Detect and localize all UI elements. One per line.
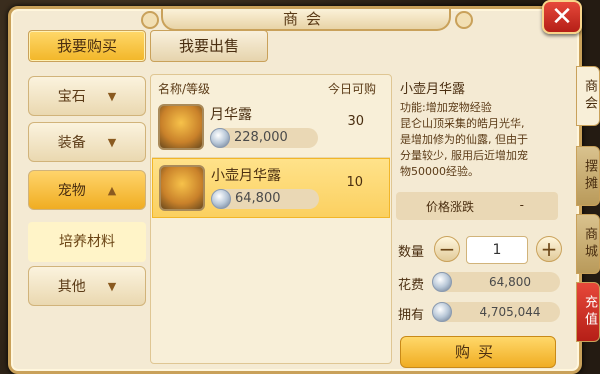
category-label: 宝石 (57, 89, 86, 105)
detail-description: 功能:增加宠物经验 昆仑山顶采集的皓月光华, 是增加修为的仙露, 但由于 分量较… (400, 100, 560, 180)
description-line: 功能:增加宠物经验 (400, 101, 492, 114)
title-ornament-left (141, 11, 159, 29)
tab-sell[interactable]: 我要出售 (150, 30, 268, 62)
item-price: 228,000 (210, 128, 318, 148)
cost-value-box: 64,800 (432, 272, 560, 292)
title-ornament-right (455, 11, 473, 29)
list-item[interactable]: 小壶月华露 64,800 10 (152, 158, 390, 218)
price-trend: 价格涨跌 - (396, 192, 558, 220)
item-daily-limit: 10 (346, 175, 363, 190)
item-detail-panel: 小壶月华露 功能:增加宠物经验 昆仑山顶采集的皓月光华, 是增加修为的仙露, 但… (396, 74, 562, 368)
side-tab-guild-shop[interactable]: 商会 (576, 66, 600, 126)
chevron-down-icon: ▼ (107, 89, 117, 103)
category-equipment[interactable]: 装备 ▼ (28, 122, 146, 162)
side-tab-mall[interactable]: 商城 (576, 214, 600, 274)
window-title: 商会 (161, 9, 451, 31)
category-other[interactable]: 其他 ▼ (28, 266, 146, 306)
price-trend-value: - (519, 198, 524, 212)
cost-label: 花费 (398, 278, 425, 293)
chevron-down-icon: ▼ (107, 135, 117, 149)
plus-button[interactable]: + (536, 236, 562, 262)
side-tab-stall[interactable]: 摆摊 (576, 146, 600, 206)
cost-value: 64,800 (489, 275, 531, 289)
item-name: 小壶月华露 (211, 168, 281, 184)
price-trend-label: 价格涨跌 (426, 200, 475, 214)
minus-button[interactable]: − (434, 236, 460, 262)
category-gem[interactable]: 宝石 ▼ (28, 76, 146, 116)
list-header-qty: 今日可购 (328, 82, 377, 96)
description-line: 是增加修为的仙露, 但由于 (400, 133, 528, 146)
owned-value-box: 4,705,044 (432, 302, 560, 322)
owned-label: 拥有 (398, 308, 425, 323)
owned-value: 4,705,044 (479, 305, 541, 319)
item-thumbnail (159, 165, 205, 211)
buy-button[interactable]: 购买 (400, 336, 556, 368)
category-label: 装备 (57, 135, 86, 151)
category-pet[interactable]: 宠物 ▲ (28, 170, 146, 210)
silver-coin-icon (432, 302, 452, 322)
minus-icon: − (438, 237, 456, 261)
item-price: 64,800 (211, 189, 319, 209)
silver-coin-icon (432, 272, 452, 292)
quantity-input[interactable]: 1 (466, 236, 528, 264)
detail-title: 小壶月华露 (400, 82, 466, 97)
category-label: 宠物 (57, 183, 86, 199)
game-stage: 商会 ✕ 我要购买 我要出售 宝石 ▼ 装备 ▼ 宠物 ▲ 培养材料 其他 ▼ … (0, 0, 600, 374)
chevron-up-icon: ▲ (107, 183, 117, 197)
chevron-down-icon: ▼ (107, 279, 117, 293)
item-price-value: 64,800 (235, 191, 281, 206)
tab-buy[interactable]: 我要购买 (28, 30, 146, 62)
silver-coin-icon (210, 128, 230, 148)
category-label: 其他 (57, 279, 86, 295)
item-name: 月华露 (210, 107, 252, 123)
item-daily-limit: 30 (347, 114, 364, 129)
item-price-value: 228,000 (234, 130, 288, 145)
description-line: 物50000经验。 (400, 165, 479, 178)
description-line: 昆仑山顶采集的皓月光华, (400, 117, 525, 130)
side-tab-recharge[interactable]: 充值 (576, 282, 600, 342)
close-button[interactable]: ✕ (542, 0, 582, 34)
plus-icon: + (540, 237, 558, 261)
silver-coin-icon (211, 189, 231, 209)
quantity-label: 数量 (398, 245, 425, 260)
close-icon: ✕ (551, 2, 573, 32)
subcategory-training-material[interactable]: 培养材料 (28, 222, 146, 262)
description-line: 分量较少, 服用后近增加宠 (400, 149, 528, 162)
list-header-name: 名称/等级 (158, 82, 211, 96)
item-thumbnail (158, 104, 204, 150)
list-item[interactable]: 月华露 228,000 30 (152, 98, 390, 158)
